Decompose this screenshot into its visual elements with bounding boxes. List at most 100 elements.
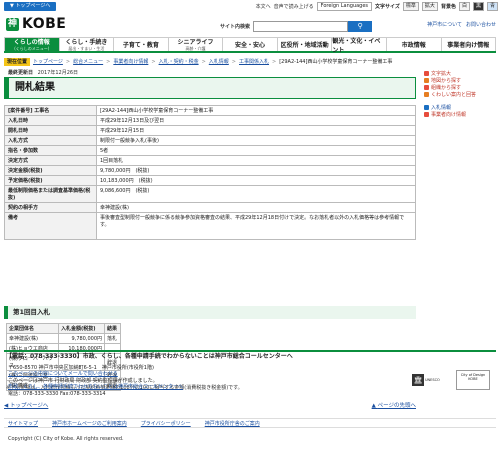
breadcrumb-separator: > — [231, 58, 236, 65]
breadcrumb-separator: > — [151, 58, 156, 65]
link-label: トップページへ — [9, 403, 49, 409]
gnav-label: 観光・文化・イベント — [332, 37, 381, 54]
breadcrumb-item[interactable]: 事業者向け情報 — [113, 58, 148, 65]
logo-text: KOBE — [22, 16, 67, 32]
sitemap-link[interactable]: サイトマップ — [8, 420, 38, 427]
city-hall-guide-link[interactable]: 神戸市役所庁舎のご案内 — [205, 420, 260, 427]
sidebar-item[interactable]: 入札情報 — [424, 104, 498, 111]
about-kobe-link[interactable]: 神戸市について — [427, 21, 462, 28]
unesco-icon: 🏛 — [412, 374, 424, 386]
page-title: 開札結果 — [4, 77, 416, 99]
gnav-item-life-info[interactable]: くらしの情報 (くらしのメニュー) — [4, 38, 59, 51]
sidebar-item[interactable]: 文字拡大 — [424, 70, 498, 77]
gnav-sub: 高齢・介護 — [185, 46, 206, 51]
bgcolor-blue-button[interactable]: 青 — [486, 2, 498, 11]
row-key: 予定価格(税抜) — [4, 175, 97, 186]
search-input[interactable] — [253, 21, 349, 32]
privacy-policy-link[interactable]: プライバシーポリシー — [141, 420, 191, 427]
table-row: 幸神建設(株) 9,780,000円 落札 — [6, 333, 121, 344]
breadcrumb-separator: > — [106, 58, 111, 65]
breadcrumb-item[interactable]: 総合メニュー — [73, 58, 103, 65]
skip-to-top-link[interactable]: ▼ トップページへ — [4, 2, 57, 11]
call-center-link[interactable]: 市政、くらし、各種申請手続でわからないことは神戸市総合コールセンターへ — [8, 384, 183, 390]
column-header: 入札金額(税抜) — [58, 323, 105, 334]
phone-line: 電話：078-333-3330 Fax:078-333-3314 — [8, 390, 106, 397]
link-label: ページの先頭へ — [377, 403, 416, 409]
bid-result: 落札 — [104, 333, 121, 344]
breadcrumb-item[interactable]: 入札情報 — [209, 58, 229, 65]
read-aloud-link[interactable]: 音声で読み上げる — [274, 3, 314, 10]
skip-to-content-link[interactable]: 本文へ — [256, 3, 271, 10]
last-updated-date: 2017年12月26日 — [37, 70, 79, 76]
gnav-label: 区役所・地域活動 — [280, 42, 329, 49]
row-value: 10,183,000円 (税抜) — [96, 175, 416, 186]
column-header: 結果 — [104, 323, 121, 334]
back-to-top-page-link[interactable]: ◀ トップページへ — [4, 401, 48, 409]
gnav-item-tourism[interactable]: 観光・文化・イベント — [331, 37, 386, 54]
table-header-row: 企業団体名 入札金額(税抜) 結果 — [6, 323, 121, 334]
breadcrumb-separator: > — [65, 58, 71, 65]
bid-amount: 9,780,000円 — [58, 333, 105, 344]
table-row: 備考 事後審査型制限付一般競争に係る競争参加資格審査の結果、平成29年12月18日… — [4, 212, 416, 240]
gnav-item-business[interactable]: 事業者向け情報 — [440, 38, 497, 51]
column-header: 企業団体名 — [6, 323, 59, 334]
row-value: 1回目落札 — [96, 155, 416, 166]
last-updated-label: 最終更新日 — [8, 70, 34, 76]
row-value: [29A2-144]西山小学校学童保育コーナー整備工事 — [96, 105, 416, 116]
fontsize-label: 文字サイズ — [375, 4, 400, 10]
gnav-sub: (くらしのメニュー) — [14, 46, 50, 51]
gnav-item-city-admin[interactable]: 市政情報 — [385, 38, 441, 51]
city-of-design-badge[interactable]: City of Design KOBE — [456, 370, 490, 390]
search-button[interactable]: ⚲ — [348, 21, 373, 32]
breadcrumb-item[interactable]: 工事関係入札 — [239, 58, 269, 65]
gnav-item-safety[interactable]: 安全・安心 — [222, 38, 277, 51]
row-key: 入札方式 — [4, 135, 97, 146]
footer-address: 〒650-8570 神戸市中央区加納町6-5-1 神戸市役所(市役所1階) この… — [8, 365, 183, 397]
org-icon — [424, 85, 429, 90]
row-key: [案件番号] 工事名 — [4, 105, 97, 116]
gnav-item-procedures[interactable]: くらし・手続き 届出・すまい・生活 — [58, 38, 114, 51]
row-value: 事後審査型制限付一般競争に係る競争参加資格審査の結果、平成29年12月18日付け… — [96, 212, 416, 240]
sidebar-item[interactable]: くわしい案内と回答 — [424, 91, 498, 98]
gnav-item-senior[interactable]: シニアライフ 高齢・介護 — [167, 38, 223, 51]
gnav-item-ward-office[interactable]: 区役所・地域活動 — [276, 38, 332, 51]
site-logo[interactable]: 神 KOBE — [6, 17, 66, 31]
site-header: 神 KOBE サイト内検索 ⚲ 神戸市について お問い合わせ — [0, 14, 500, 36]
row-value: 平成29年12月13日及び翌日 — [96, 115, 416, 126]
fontsize-large-button[interactable]: 拡大 — [421, 2, 438, 11]
table-row: 指名・参加数 5者 — [4, 145, 416, 156]
document-icon — [424, 105, 429, 110]
contact-link[interactable]: お問い合わせ — [466, 21, 496, 28]
breadcrumb-item[interactable]: トップページ — [33, 58, 63, 65]
usage-guide-link[interactable]: 神戸市ホームページのご利用案内 — [52, 420, 127, 427]
table-row: 契約の相手方 幸神建設(株) — [4, 202, 416, 213]
fontsize-standard-button[interactable]: 標準 — [402, 2, 419, 11]
row-value: 5者 — [96, 145, 416, 156]
back-to-page-top-link[interactable]: ▲ ページの先頭へ — [372, 401, 416, 409]
row-key: 備考 — [4, 212, 97, 240]
gnav-item-childcare[interactable]: 子育て・教育 — [113, 38, 168, 51]
contact-mail-link[interactable]: このページの内容についてメールで問い合わせる — [8, 371, 118, 377]
unesco-badge[interactable]: 🏛 UNESCO — [412, 370, 450, 390]
sidebar-item[interactable]: 組織から探す — [424, 84, 498, 91]
gnav-label: 子育て・教育 — [122, 42, 159, 49]
language-select[interactable]: Foreign Languages — [316, 2, 373, 11]
bgcolor-white-button[interactable]: 白 — [458, 2, 470, 11]
sidebar-item[interactable]: 事業者向け情報 — [424, 111, 498, 118]
sidebar-item[interactable]: 地図から探す — [424, 77, 498, 84]
bgcolor-black-button[interactable]: 黒 — [472, 2, 484, 11]
row-value: 制限付一般競争入札(事後) — [96, 135, 416, 146]
result-info-table: [案件番号] 工事名 [29A2-144]西山小学校学童保育コーナー整備工事 入札… — [4, 105, 416, 240]
breadcrumb-item[interactable]: 入札・契約・税金 — [159, 58, 199, 65]
table-row: 決定方式 1回目落札 — [4, 155, 416, 166]
search-label: サイト内検索 — [220, 24, 251, 30]
bidder-name: 幸神建設(株) — [6, 333, 59, 344]
table-row: 予定価格(税抜) 10,183,000円 (税抜) — [4, 175, 416, 186]
table-row: 入札日時 平成29年12月13日及び翌日 — [4, 115, 416, 126]
utility-bar: 本文へ 音声で読み上げる Foreign Languages 文字サイズ 標準 … — [256, 2, 498, 11]
page-navigation: ◀ トップページへ ▲ ページの先頭へ — [4, 401, 416, 409]
table-row: 決定金額(税抜) 9,780,000円 (税抜) — [4, 165, 416, 176]
map-icon — [424, 78, 429, 83]
site-search: サイト内検索 ⚲ — [220, 21, 373, 32]
table-row: 最低制限価格または調査基準価格(税抜) 9,086,600円 (税抜) — [4, 185, 416, 203]
